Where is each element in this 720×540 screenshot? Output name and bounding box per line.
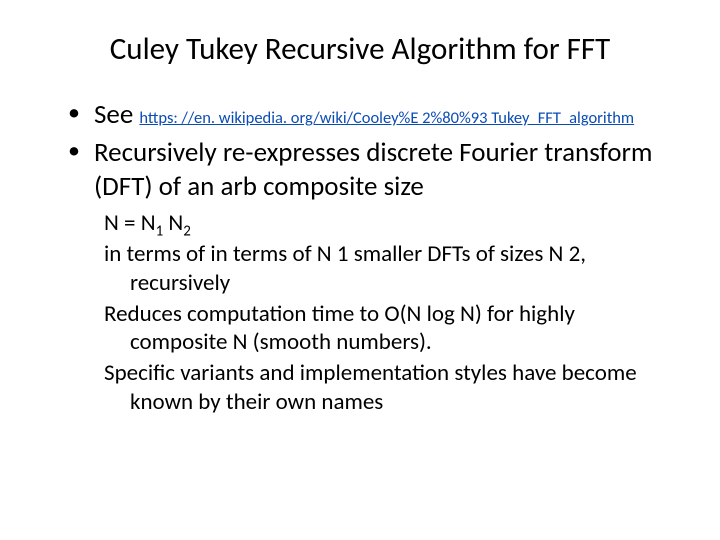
sub-line-3: Reduces computation time to O(N log N) f… <box>104 300 670 358</box>
bullet-list: See https: //en. wikipedia. org/wiki/Coo… <box>68 98 670 203</box>
eq-mid: N <box>163 209 183 237</box>
eq-pre: N = N <box>104 209 156 237</box>
eq-sub2: 2 <box>183 223 191 241</box>
sub-equation: N = N1 N2 <box>104 209 670 238</box>
sub-bullet-block: N = N1 N2 in terms of in terms of N 1 sm… <box>104 209 670 416</box>
bullet-see: See https: //en. wikipedia. org/wiki/Coo… <box>68 98 670 132</box>
wikipedia-link[interactable]: https: //en. wikipedia. org/wiki/Cooley%… <box>139 108 634 128</box>
bullet-recursive: Recursively re-expresses discrete Fourie… <box>68 136 670 204</box>
eq-sub1: 1 <box>156 223 164 241</box>
slide-title: Culey Tukey Recursive Algorithm for FFT <box>50 30 670 68</box>
sub-line-2: in terms of in terms of N 1 smaller DFTs… <box>104 240 670 298</box>
sub-line-4: Specific variants and implementation sty… <box>104 359 670 417</box>
slide: Culey Tukey Recursive Algorithm for FFT … <box>0 0 720 540</box>
see-label: See <box>94 98 139 131</box>
